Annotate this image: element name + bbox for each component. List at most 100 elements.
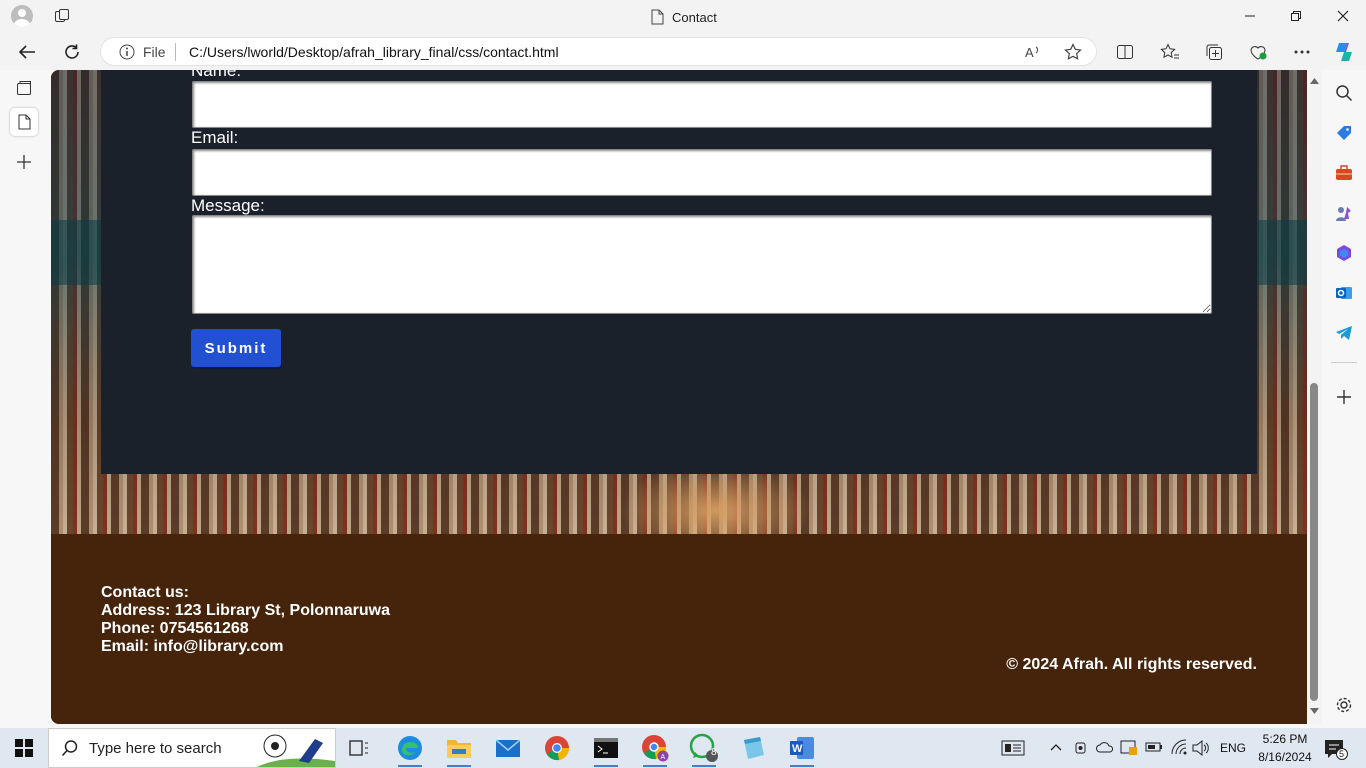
restore-button[interactable] — [1284, 6, 1308, 26]
search-icon[interactable] — [1335, 84, 1353, 102]
scroll-down-arrow-icon[interactable] — [1310, 708, 1319, 714]
taskbar-notepad[interactable] — [731, 728, 775, 768]
notification-count: 5 — [1339, 749, 1345, 759]
tools-icon[interactable] — [1335, 164, 1353, 182]
volume-icon[interactable] — [1192, 740, 1210, 756]
more-button[interactable] — [1289, 39, 1315, 65]
submit-button[interactable]: Submit — [191, 329, 281, 367]
refresh-button[interactable] — [59, 39, 85, 65]
taskbar-chrome-profile[interactable]: A — [633, 728, 677, 768]
name-input[interactable] — [192, 81, 1212, 128]
taskbar-whatsapp[interactable]: 8 — [682, 728, 726, 768]
show-hidden-icons-chevron-icon[interactable] — [1050, 743, 1062, 751]
windows-taskbar: Type here to search A 8 W ENG 5:26 PM 8/… — [0, 728, 1366, 768]
address-prefix: File — [143, 44, 166, 60]
copilot-icon — [1336, 43, 1352, 61]
message-textarea[interactable] — [192, 215, 1212, 314]
svg-text:A: A — [1025, 45, 1034, 60]
notification-icon[interactable] — [1324, 738, 1348, 760]
new-tab-button[interactable] — [10, 148, 38, 176]
taskbar-terminal[interactable] — [584, 728, 628, 768]
collections-icon — [1206, 44, 1222, 60]
profile-icon[interactable] — [11, 5, 33, 27]
windows-icon — [15, 739, 33, 757]
meet-now-icon[interactable] — [1074, 740, 1088, 756]
workspaces-icon[interactable] — [54, 8, 70, 24]
active-tab[interactable]: Contact — [650, 8, 717, 26]
footer-address: Address: 123 Library St, Polonnaruwa — [101, 602, 390, 619]
minimize-icon — [1245, 15, 1255, 17]
active-indicator — [594, 765, 618, 767]
split-screen-button[interactable] — [1112, 39, 1138, 65]
tab-actions-button[interactable] — [10, 74, 38, 102]
whatsapp-badge: 8 — [711, 747, 717, 758]
contact-form-panel: Name: Email: Message: Submit — [101, 70, 1257, 474]
title-bar: Contact — [0, 0, 1366, 33]
office-icon[interactable] — [1335, 244, 1353, 262]
search-placeholder: Type here to search — [89, 739, 222, 757]
email-label: Email: — [191, 128, 239, 147]
address-bar[interactable]: File C:/Users/lworld/Desktop/afrah_libra… — [100, 37, 1097, 66]
security-alert-icon[interactable] — [1120, 739, 1138, 757]
taskbar-search-box[interactable]: Type here to search — [48, 728, 336, 768]
info-icon[interactable] — [119, 44, 135, 60]
url-text[interactable]: C:/Users/lworld/Desktop/afrah_library_fi… — [189, 44, 559, 60]
favorites-icon — [1160, 43, 1179, 59]
toolbar-right — [1100, 33, 1366, 70]
taskbar-chrome[interactable] — [535, 728, 579, 768]
settings-icon[interactable] — [1335, 696, 1353, 714]
restore-icon — [1291, 11, 1301, 21]
back-button[interactable] — [14, 39, 40, 65]
favorites-button[interactable] — [1157, 39, 1183, 65]
collections-button[interactable] — [1201, 39, 1227, 65]
edge-sidebar — [1322, 70, 1366, 727]
telegram-icon[interactable] — [1335, 324, 1353, 342]
wifi-icon[interactable] — [1170, 739, 1188, 755]
battery-icon[interactable] — [1145, 742, 1163, 752]
footer-phone: Phone: 0754561268 — [101, 620, 249, 637]
active-indicator — [398, 765, 422, 767]
footer-contact-heading: Contact us: — [101, 584, 189, 601]
terminal-icon — [594, 738, 618, 758]
browser-essentials-icon — [1250, 46, 1267, 60]
minimize-button[interactable] — [1238, 6, 1262, 26]
search-highlight-football-icon — [257, 734, 335, 767]
more-icon — [1294, 50, 1310, 54]
task-view-button[interactable] — [337, 728, 381, 768]
language-indicator[interactable]: ENG — [1220, 741, 1246, 755]
taskbar-edge[interactable] — [388, 728, 432, 768]
taskbar-file-explorer[interactable] — [437, 728, 481, 768]
close-button[interactable] — [1331, 6, 1355, 26]
back-icon — [18, 45, 35, 59]
task-view-icon — [349, 740, 368, 756]
close-icon — [1337, 10, 1349, 22]
taskbar-mail[interactable] — [486, 728, 530, 768]
sidebar-divider — [1331, 362, 1357, 363]
outlook-icon[interactable] — [1335, 284, 1353, 302]
shopping-icon[interactable] — [1335, 124, 1353, 142]
onedrive-icon[interactable] — [1096, 741, 1114, 753]
tab-title: Contact — [672, 9, 717, 25]
page-viewport: Name: Email: Message: Submit Contact us:… — [51, 70, 1307, 724]
page-scrollbar[interactable] — [1307, 70, 1322, 724]
taskbar-word[interactable]: W — [780, 728, 824, 768]
favorite-star-icon[interactable] — [1064, 43, 1082, 61]
read-aloud-icon[interactable]: A — [1024, 43, 1042, 61]
start-button[interactable] — [2, 728, 46, 768]
scroll-up-arrow-icon[interactable] — [1310, 78, 1319, 84]
clock-time[interactable]: 5:26 PM — [1260, 732, 1310, 746]
vertical-tab-contact[interactable] — [10, 108, 38, 136]
browser-essentials-button[interactable] — [1245, 39, 1271, 65]
tab-page-icon — [651, 9, 664, 25]
email-input[interactable] — [192, 149, 1212, 196]
games-icon[interactable] — [1335, 204, 1353, 222]
add-icon[interactable] — [1335, 388, 1353, 406]
folder-icon — [447, 740, 471, 758]
chrome-icon — [545, 736, 570, 761]
scrollbar-thumb[interactable] — [1310, 383, 1318, 701]
edge-icon — [398, 736, 422, 760]
chrome-profile-icon: A — [642, 735, 669, 762]
copilot-button[interactable] — [1331, 39, 1357, 65]
clock-date[interactable]: 8/16/2024 — [1252, 750, 1318, 764]
news-widget-icon[interactable] — [1001, 740, 1025, 756]
